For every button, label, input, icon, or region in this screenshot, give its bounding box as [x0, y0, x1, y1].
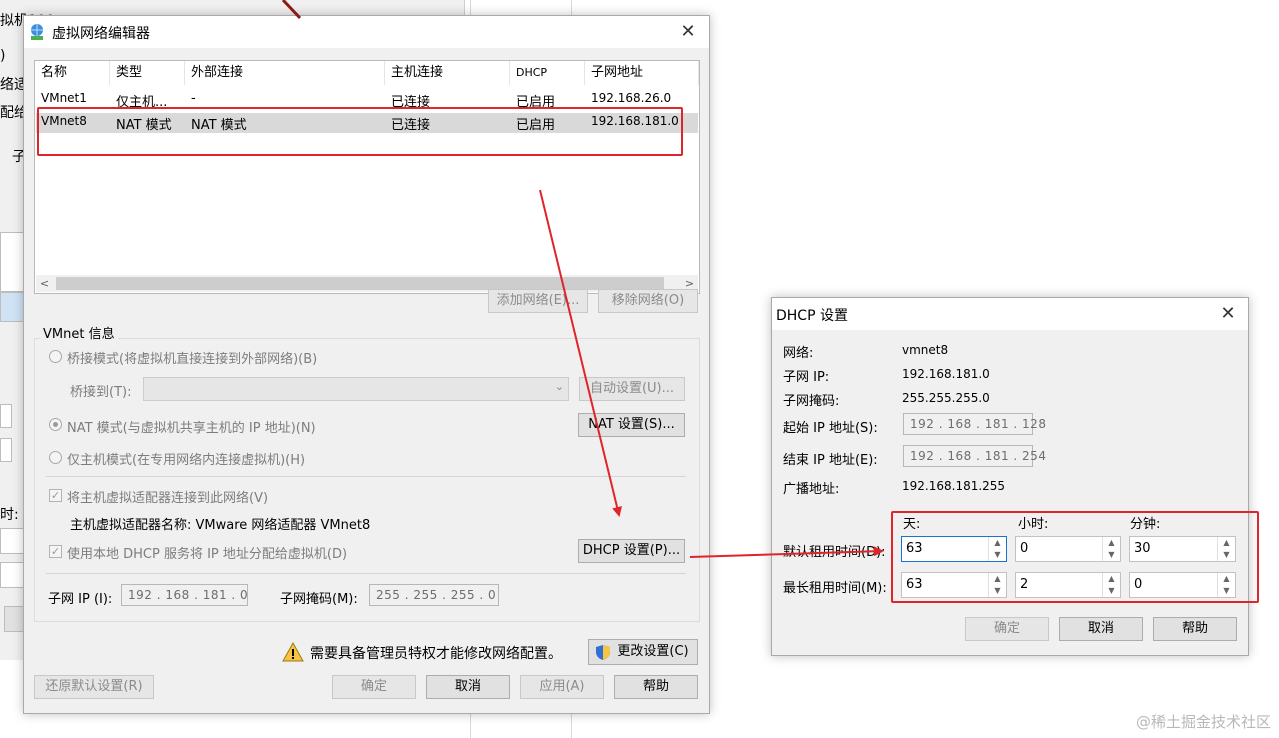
annotation-arrows: [281, 0, 884, 558]
watermark: @稀土掘金技术社区: [1135, 713, 1271, 731]
annotation-line: [281, 0, 302, 20]
annotation-arrow: [689, 546, 884, 558]
annotation-arrow: [539, 189, 622, 517]
